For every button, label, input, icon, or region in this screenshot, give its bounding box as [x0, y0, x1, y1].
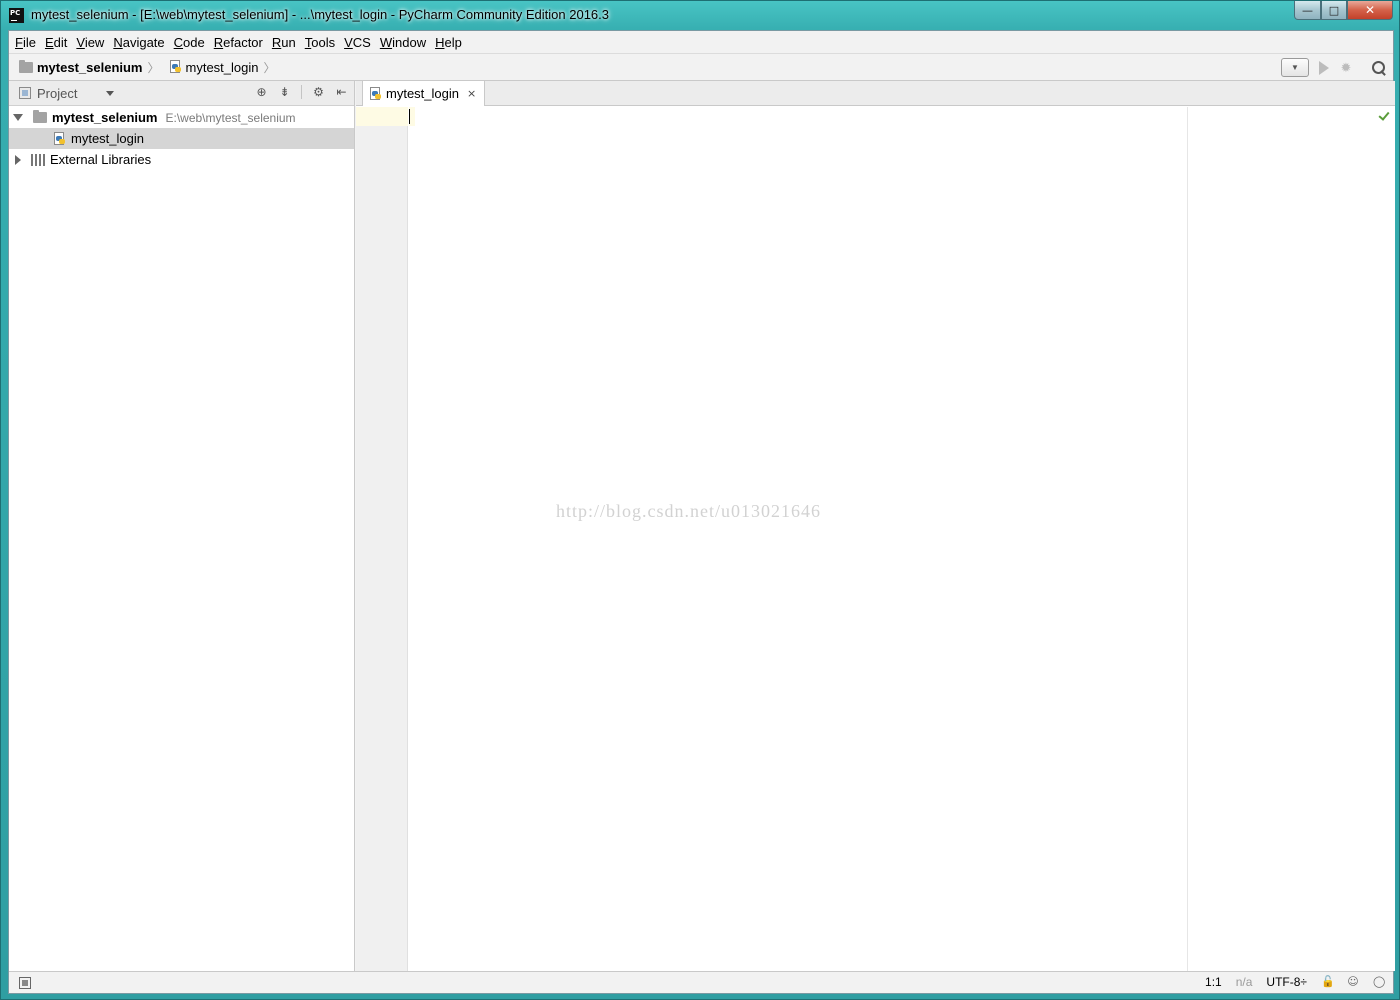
- tab-label: mytest_login: [386, 86, 459, 101]
- project-view-icon: [19, 87, 31, 99]
- search-everywhere-icon[interactable]: [1371, 60, 1387, 76]
- status-bar: 1:1 n/a UTF-8÷ 🔓 ☺ ◯: [9, 971, 1393, 993]
- maximize-icon: □: [1328, 3, 1340, 17]
- tree-item-mytest-login[interactable]: mytest_login: [9, 128, 354, 149]
- window-controls: — □ ✕: [1294, 1, 1393, 20]
- python-file-icon: [169, 60, 182, 74]
- close-window-button[interactable]: ✕: [1347, 1, 1393, 20]
- text-caret: [409, 109, 410, 124]
- scroll-from-source-icon[interactable]: ⊕: [255, 85, 268, 99]
- python-file-icon: [369, 86, 382, 101]
- menu-navigate[interactable]: Navigate: [109, 31, 169, 54]
- project-tree: mytest_selenium E:\web\mytest_selenium m…: [9, 106, 354, 170]
- run-icon[interactable]: [1319, 60, 1329, 75]
- menu-view[interactable]: View: [72, 31, 109, 54]
- close-icon: ✕: [1364, 3, 1376, 17]
- library-icon: [31, 153, 45, 166]
- line-separator-indicator[interactable]: n/a: [1236, 975, 1253, 989]
- toolbar-divider: [301, 85, 302, 99]
- inspection-ok-icon[interactable]: [1378, 109, 1390, 121]
- current-line-gutter-highlight: [356, 107, 408, 126]
- menu-bar: File Edit View Navigate Code Refactor Ru…: [9, 31, 1393, 54]
- ide-window: PC mytest_selenium - [E:\web\mytest_sele…: [0, 0, 1400, 1000]
- python-file-icon: [53, 131, 66, 146]
- project-view-selector[interactable]: Project: [37, 86, 77, 101]
- editor-tabs: mytest_login ×: [356, 80, 1395, 106]
- menu-code[interactable]: Code: [170, 31, 210, 54]
- chevron-down-icon: ▼: [1291, 63, 1299, 72]
- hector-inspector-icon[interactable]: ☺: [1347, 976, 1359, 988]
- hide-panel-icon[interactable]: ⇤: [335, 85, 348, 99]
- nav-toolbar: ▼ ✹: [1281, 58, 1387, 77]
- folder-icon: [19, 59, 33, 73]
- minimize-icon: —: [1302, 3, 1313, 17]
- minimize-button[interactable]: —: [1294, 1, 1321, 20]
- tree-libraries-label: External Libraries: [50, 152, 152, 167]
- tab-mytest-login[interactable]: mytest_login ×: [362, 80, 486, 106]
- project-panel-header: Project ⊕ ⇟ ⚙ ⇤: [9, 81, 354, 106]
- debug-icon[interactable]: ✹: [1339, 60, 1353, 75]
- breadcrumb-file-label: mytest_login: [185, 59, 259, 75]
- tree-file-label: mytest_login: [71, 131, 144, 146]
- menu-file[interactable]: File: [11, 31, 41, 54]
- menu-run[interactable]: Run: [268, 31, 301, 54]
- collapsed-arrow-icon[interactable]: [15, 154, 21, 165]
- breadcrumb-file[interactable]: mytest_login 〉: [169, 59, 276, 76]
- editor-gutter[interactable]: [356, 107, 408, 971]
- close-tab-icon[interactable]: ×: [467, 87, 476, 100]
- tree-item-project-root[interactable]: mytest_selenium E:\web\mytest_selenium: [9, 107, 354, 128]
- tool-windows-toggle-icon[interactable]: [19, 976, 31, 989]
- pycharm-app-icon[interactable]: PC: [9, 8, 24, 23]
- title-bar[interactable]: PC mytest_selenium - [E:\web\mytest_sele…: [1, 1, 1399, 30]
- run-configuration-dropdown[interactable]: ▼: [1281, 58, 1309, 77]
- breadcrumb-project-label: mytest_selenium: [37, 59, 143, 75]
- menu-tools[interactable]: Tools: [301, 31, 340, 54]
- window-title: mytest_selenium - [E:\web\mytest_seleniu…: [31, 7, 609, 22]
- breadcrumb-separator: 〉: [147, 60, 160, 75]
- right-margin-guide: [1187, 107, 1188, 971]
- collapse-all-icon[interactable]: ⇟: [278, 85, 291, 99]
- editor-area: mytest_login ×: [356, 80, 1395, 971]
- project-tool-window: Project ⊕ ⇟ ⚙ ⇤ mytest_selenium E:\web\m…: [9, 81, 355, 971]
- file-encoding[interactable]: UTF-8÷: [1266, 975, 1307, 989]
- project-panel-tools: ⊕ ⇟ ⚙ ⇤: [255, 85, 348, 99]
- tree-item-external-libraries[interactable]: External Libraries: [9, 149, 354, 170]
- breadcrumb-project[interactable]: mytest_selenium 〉: [19, 59, 160, 76]
- maximize-button[interactable]: □: [1321, 1, 1347, 20]
- tree-root-path: E:\web\mytest_selenium: [165, 110, 296, 125]
- menu-refactor[interactable]: Refactor: [210, 31, 268, 54]
- expand-arrow-icon[interactable]: [13, 114, 23, 121]
- navigation-bar: mytest_selenium 〉 mytest_login 〉 ▼ ✹: [9, 54, 1393, 81]
- menu-window[interactable]: Window: [376, 31, 431, 54]
- code-editor[interactable]: [409, 107, 1395, 971]
- caret-position[interactable]: 1:1: [1205, 975, 1222, 989]
- breadcrumb-separator: 〉: [263, 60, 276, 75]
- lock-icon[interactable]: 🔓: [1321, 976, 1335, 988]
- folder-icon: [33, 110, 47, 123]
- event-log-icon[interactable]: ◯: [1373, 976, 1385, 988]
- menu-vcs[interactable]: VCS: [340, 31, 376, 54]
- tree-root-label: mytest_selenium: [52, 110, 158, 125]
- menu-edit[interactable]: Edit: [41, 31, 72, 54]
- chevron-down-icon[interactable]: [106, 91, 114, 96]
- status-bar-widgets: 1:1 n/a UTF-8÷ 🔓 ☺ ◯: [1205, 975, 1385, 989]
- watermark-text: http://blog.csdn.net/u013021646: [556, 501, 821, 521]
- gear-icon[interactable]: ⚙: [312, 85, 325, 99]
- menu-help[interactable]: Help: [431, 31, 467, 54]
